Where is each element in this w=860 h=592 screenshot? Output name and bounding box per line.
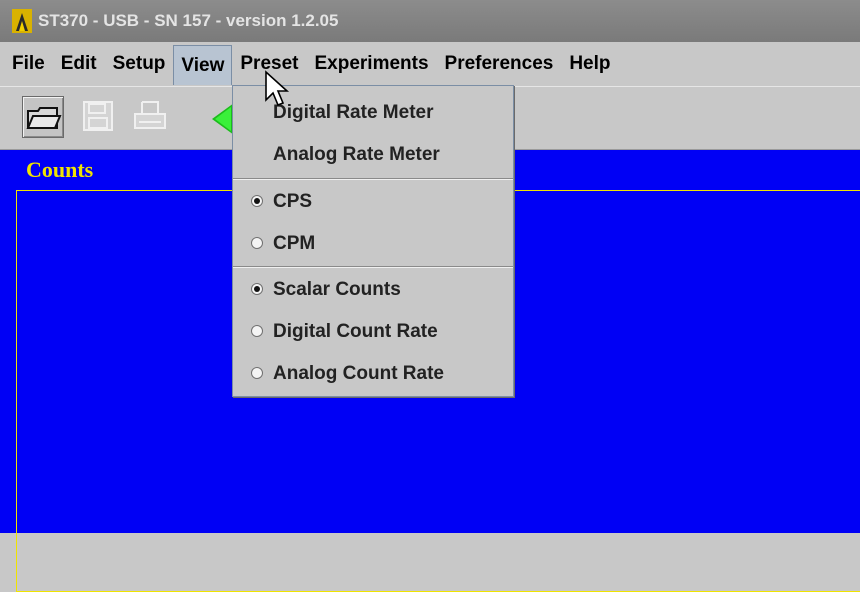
title-bar: ST370 - USB - SN 157 - version 1.2.05: [0, 0, 860, 42]
panel-title: Counts: [26, 157, 94, 182]
menu-item-digital-count-rate[interactable]: Digital Count Rate: [233, 312, 513, 352]
menu-item-label: Scalar Counts: [273, 279, 401, 300]
menu-item-label: CPS: [273, 191, 313, 212]
radio-selected-icon: [251, 195, 263, 207]
view-menu-dropdown: Digital Rate Meter Analog Rate Meter CPS…: [232, 85, 514, 397]
menu-item-cpm[interactable]: CPM: [233, 224, 513, 264]
menu-item-scalar-counts[interactable]: Scalar Counts: [233, 270, 513, 310]
menu-help[interactable]: Help: [561, 44, 618, 84]
save-button[interactable]: [78, 96, 118, 136]
mouse-pointer-icon: [265, 70, 290, 107]
open-icon: [26, 107, 62, 129]
menu-experiments[interactable]: Experiments: [306, 44, 436, 84]
print-button[interactable]: [130, 96, 170, 136]
menu-item-label: Analog Rate Meter: [273, 144, 440, 165]
radio-selected-icon: [251, 283, 263, 295]
start-icon[interactable]: [212, 103, 234, 135]
menu-separator: [233, 178, 513, 180]
menu-item-label: Digital Rate Meter: [273, 102, 434, 123]
menu-bar: File Edit Setup View Preset Experiments …: [0, 42, 860, 86]
menu-setup[interactable]: Setup: [105, 44, 174, 84]
menu-file[interactable]: File: [4, 44, 53, 84]
print-icon: [134, 101, 166, 129]
radio-unselected-icon: [251, 367, 263, 379]
menu-edit[interactable]: Edit: [53, 44, 105, 84]
menu-item-label: Digital Count Rate: [273, 321, 438, 342]
open-button[interactable]: [22, 96, 64, 138]
menu-item-analog-rate-meter[interactable]: Analog Rate Meter: [233, 135, 513, 175]
radio-unselected-icon: [251, 325, 263, 337]
menu-item-label: Analog Count Rate: [273, 363, 444, 384]
menu-preferences[interactable]: Preferences: [437, 44, 562, 84]
menu-item-label: CPM: [273, 233, 316, 254]
menu-separator: [233, 266, 513, 268]
menu-item-analog-count-rate[interactable]: Analog Count Rate: [233, 354, 513, 394]
radio-unselected-icon: [251, 237, 263, 249]
menu-view[interactable]: View: [173, 45, 233, 85]
menu-item-cps[interactable]: CPS: [233, 182, 513, 222]
app-icon: [12, 9, 32, 33]
window-title: ST370 - USB - SN 157 - version 1.2.05: [38, 11, 339, 30]
save-icon: [83, 101, 113, 131]
